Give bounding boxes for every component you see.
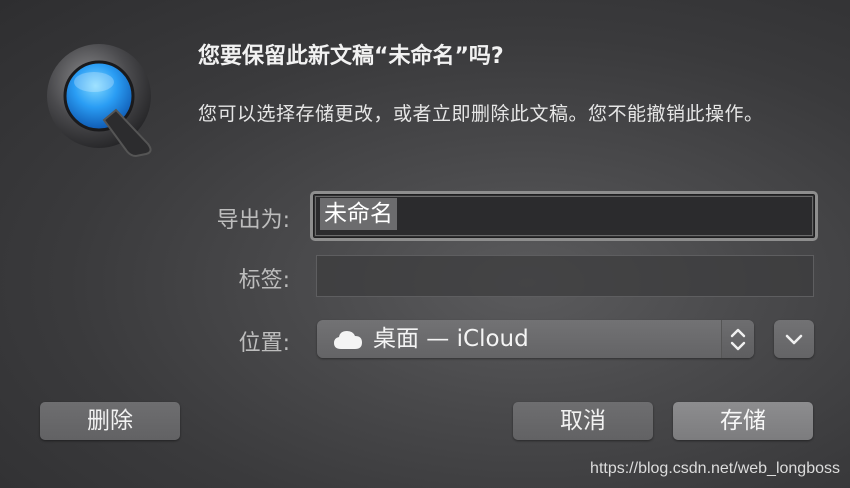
tags-label: 标签: [238, 268, 290, 293]
chevron-down-icon [774, 334, 814, 362]
save-dialog: 您要保留此新文稿“未命名”吗? 您可以选择存储更改，或者立即删除此文稿。您不能撤… [0, 0, 850, 488]
cancel-button[interactable]: 取消 [513, 402, 653, 440]
location-label: 位置: [238, 331, 290, 356]
location-value: 桌面 — iCloud [373, 326, 529, 352]
save-button[interactable]: 存储 [673, 402, 813, 440]
location-popup[interactable]: 桌面 — iCloud [317, 320, 754, 358]
dialog-message: 您可以选择存储更改，或者立即删除此文稿。您不能撤销此操作。 [198, 103, 764, 125]
expand-button[interactable] [774, 320, 814, 358]
export-name-field[interactable]: 未命名 [310, 191, 818, 241]
watermark-text: https://blog.csdn.net/web_longboss [590, 460, 840, 477]
quicktime-icon [44, 40, 162, 158]
up-down-chevron-icon[interactable] [721, 320, 754, 358]
tags-field[interactable] [316, 255, 814, 297]
export-name-value[interactable]: 未命名 [320, 198, 397, 230]
cloud-icon [333, 329, 363, 351]
export-label: 导出为: [216, 208, 290, 233]
delete-button[interactable]: 删除 [40, 402, 180, 440]
dialog-title: 您要保留此新文稿“未命名”吗? [198, 44, 504, 69]
